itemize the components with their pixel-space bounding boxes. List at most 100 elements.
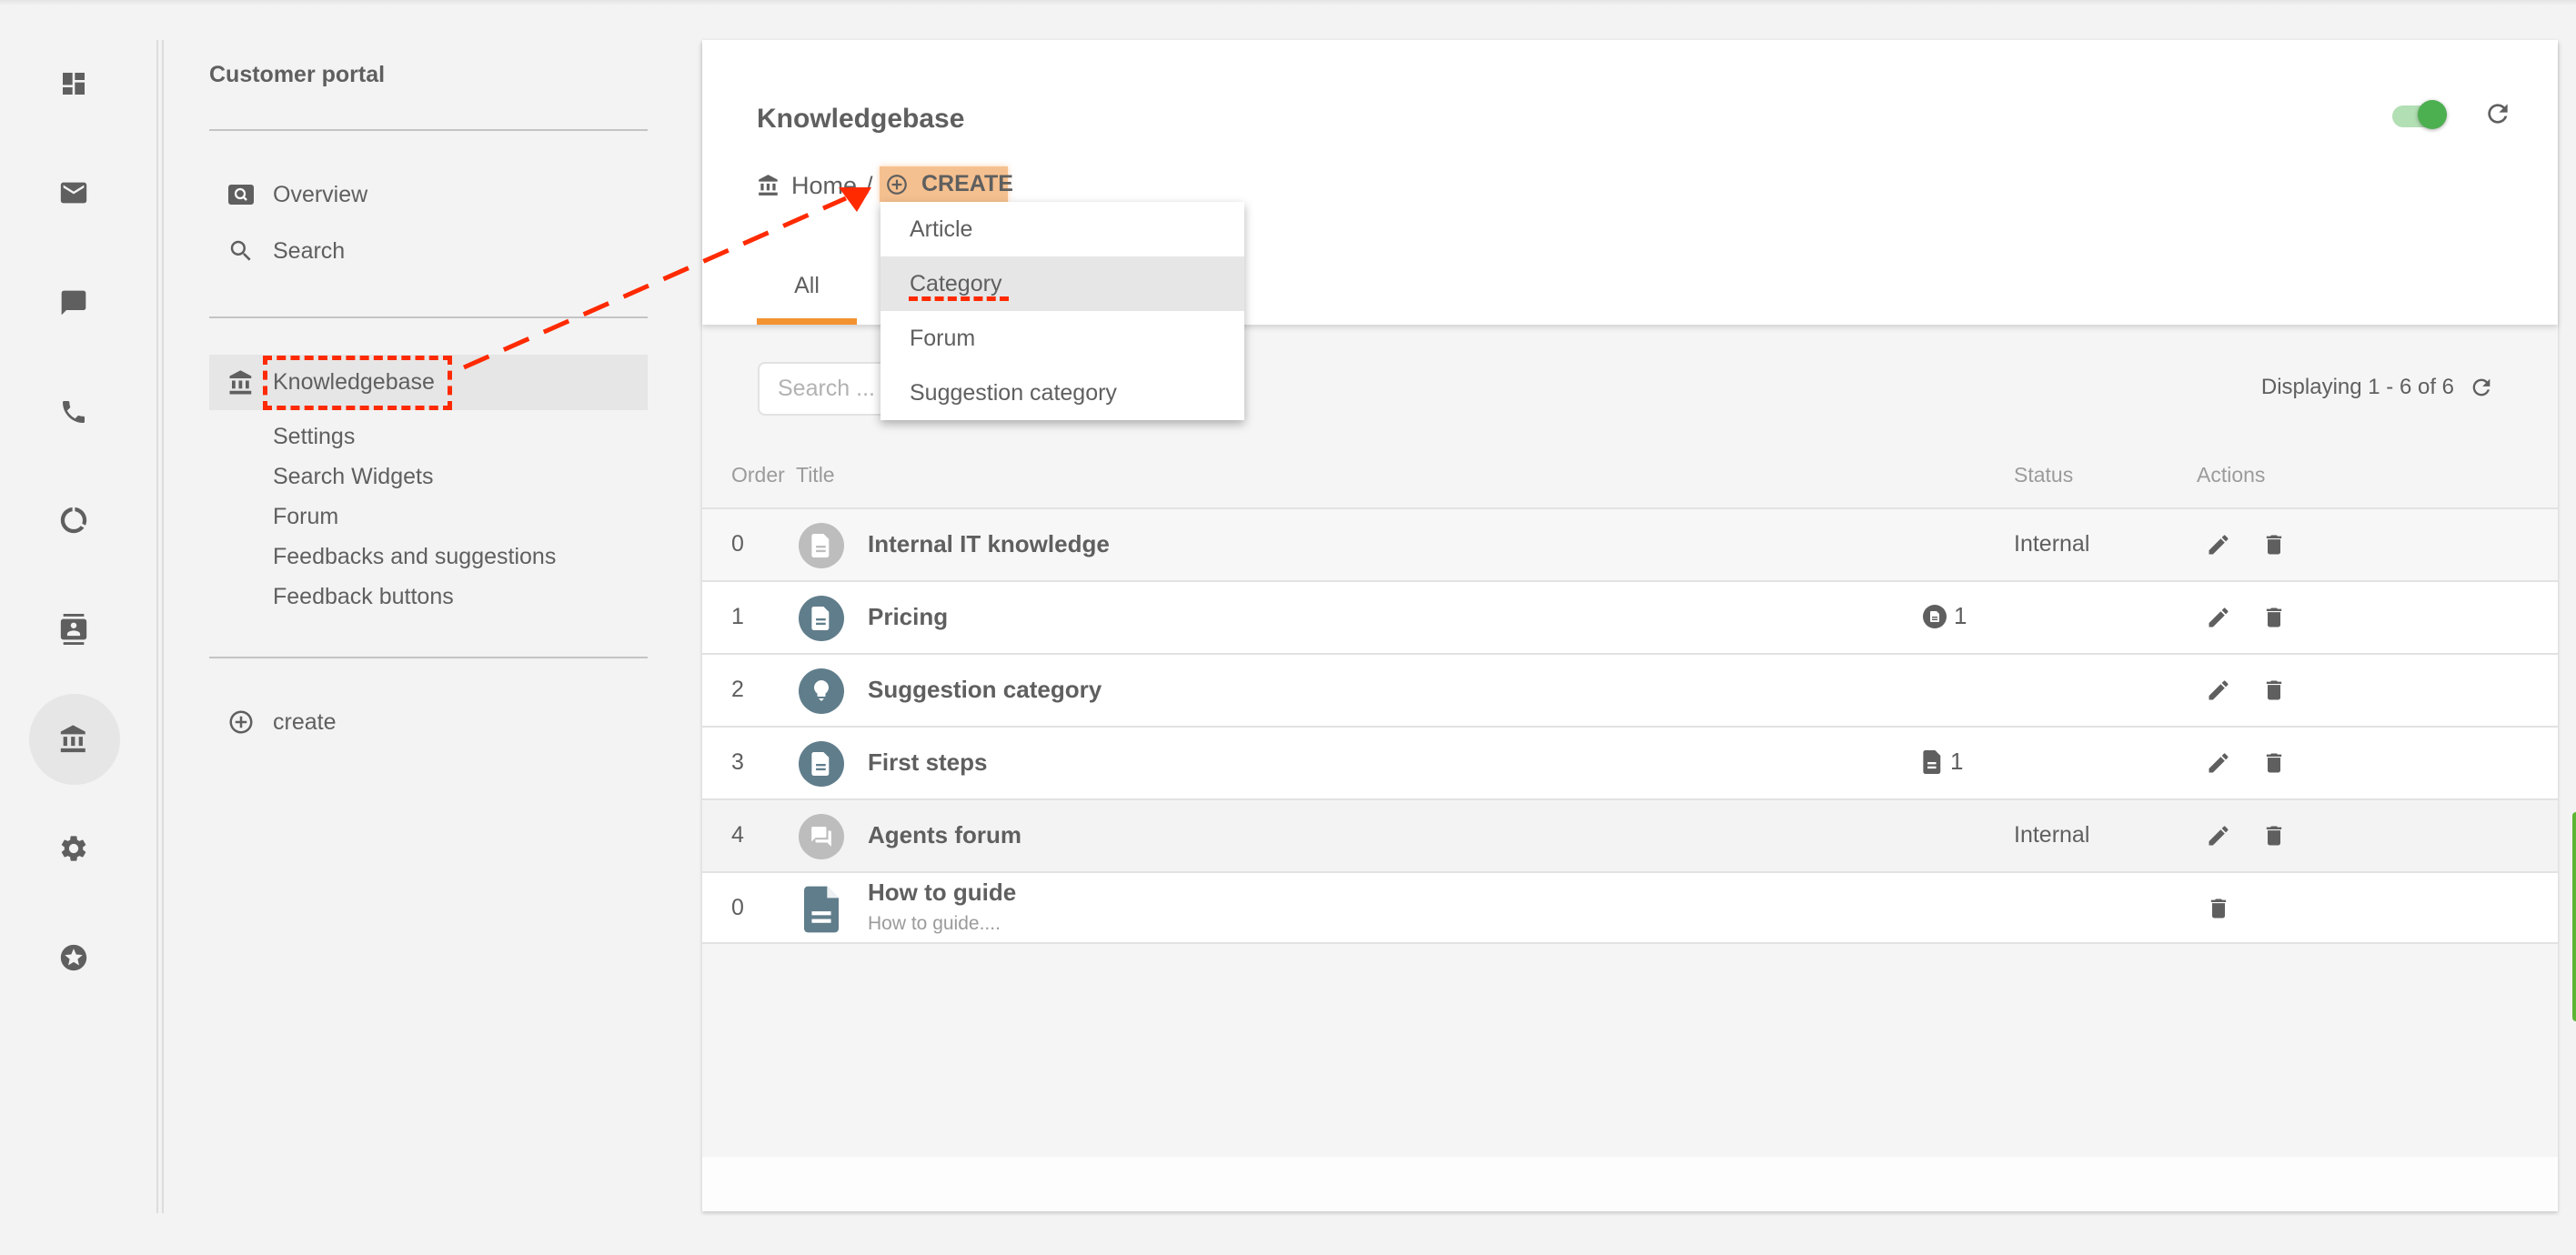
sidebar-title: Customer portal	[209, 62, 386, 87]
sidebar-subitem-settings[interactable]: Settings	[273, 424, 355, 450]
rail-item-email[interactable]	[51, 170, 96, 216]
plus-circle-icon	[209, 708, 273, 736]
rail-item-dashboard[interactable]	[51, 61, 96, 106]
row-title[interactable]: First steps	[868, 748, 988, 777]
page-title: Knowledgebase	[757, 104, 965, 134]
pencil-icon	[2209, 753, 2229, 773]
toggle-knob	[2418, 100, 2447, 129]
bank-icon	[757, 174, 780, 197]
row-status: Internal	[2014, 822, 2090, 848]
row-order: 1	[731, 604, 744, 629]
sidebar-create-button[interactable]: create	[209, 695, 648, 749]
rail-item-phone[interactable]	[51, 389, 96, 435]
table-row[interactable]: 0 How to guide How to guide....	[702, 871, 2558, 944]
sidebar-subitem-feedbacks[interactable]: Feedbacks and suggestions	[273, 544, 556, 570]
column-header-actions: Actions	[2197, 463, 2266, 487]
bank-icon	[60, 725, 86, 753]
sidebar-divider	[209, 129, 648, 131]
menu-item-suggestion-category[interactable]: Suggestion category	[880, 366, 1244, 420]
row-title[interactable]: How to guide	[868, 878, 1016, 907]
row-count-value: 1	[1954, 602, 1967, 629]
delete-button[interactable]	[2259, 529, 2289, 560]
column-header-title[interactable]: Title	[796, 463, 835, 487]
menu-item-article[interactable]: Article	[880, 202, 1244, 256]
article-file-icon	[1923, 749, 1941, 774]
pagination-status: Displaying 1 - 6 of 6	[2261, 375, 2494, 400]
tab-active-indicator	[757, 318, 857, 325]
rail-item-settings[interactable]	[51, 826, 96, 871]
category-icon	[799, 741, 844, 787]
row-order: 0	[731, 895, 744, 920]
sidebar-subitem-forum[interactable]: Forum	[273, 504, 338, 530]
edit-button[interactable]	[2203, 529, 2234, 560]
rail-item-favorites[interactable]	[51, 935, 96, 980]
pencil-icon	[2209, 535, 2229, 555]
pencil-icon	[2209, 826, 2229, 846]
row-title[interactable]: Agents forum	[868, 821, 1021, 849]
header-refresh-button[interactable]	[2483, 99, 2512, 128]
breadcrumb: Home /	[757, 167, 882, 204]
breadcrumb-home[interactable]: Home	[791, 172, 857, 200]
delete-button[interactable]	[2259, 748, 2289, 778]
contact-card-icon	[60, 614, 87, 645]
list-refresh-button[interactable]	[2469, 375, 2494, 400]
row-count: 1	[1923, 748, 1963, 776]
menu-item-category[interactable]: Category	[880, 256, 1244, 311]
plus-circle-icon	[885, 173, 909, 196]
refresh-icon	[2472, 378, 2490, 397]
category-icon	[799, 523, 844, 568]
rail-divider	[156, 40, 158, 1213]
rail-item-reports[interactable]	[51, 497, 96, 543]
create-button-label: CREATE	[921, 171, 1013, 196]
annotation-highlight-box	[263, 356, 452, 410]
table-row[interactable]: 3 First steps 1	[702, 726, 2558, 798]
rail-item-knowledgebase[interactable]	[51, 717, 96, 762]
delete-button[interactable]	[2259, 675, 2289, 706]
row-title[interactable]: Suggestion category	[868, 676, 1102, 704]
table-row[interactable]: 2 Suggestion category	[702, 653, 2558, 726]
table-row[interactable]: 0 Internal IT knowledge Internal	[702, 507, 2558, 580]
sidebar-subitem-search-widgets[interactable]: Search Widgets	[273, 464, 433, 490]
gear-icon	[61, 836, 86, 861]
column-header-order[interactable]: Order	[731, 463, 785, 487]
edit-button[interactable]	[2203, 748, 2234, 778]
sidebar-subitem-feedback-buttons[interactable]: Feedback buttons	[273, 584, 454, 610]
edit-button[interactable]	[2203, 602, 2234, 633]
chat-bubble-icon	[61, 290, 86, 316]
sidebar-item-overview[interactable]: Overview	[209, 167, 648, 222]
table-row[interactable]: 4 Agents forum Internal	[702, 798, 2558, 871]
trash-icon	[2266, 535, 2282, 555]
delete-button[interactable]	[2259, 602, 2289, 633]
menu-item-forum[interactable]: Forum	[880, 311, 1244, 366]
trash-icon	[2210, 899, 2227, 919]
column-header-status[interactable]: Status	[2014, 463, 2073, 487]
refresh-icon	[2488, 104, 2508, 124]
delete-button[interactable]	[2203, 893, 2234, 924]
phone-icon	[63, 401, 85, 423]
category-badge-icon	[1923, 604, 1947, 628]
edit-button[interactable]	[2203, 675, 2234, 706]
edge-widget-tab[interactable]	[2572, 812, 2576, 1021]
row-order: 4	[731, 822, 744, 848]
create-button[interactable]: CREATE	[880, 166, 1013, 202]
sidebar-item-label: Overview	[273, 181, 368, 207]
tab-label: All	[794, 273, 820, 298]
edit-button[interactable]	[2203, 820, 2234, 851]
table-row[interactable]: 1 Pricing 1	[702, 580, 2558, 653]
rail-item-contacts[interactable]	[51, 607, 96, 652]
trash-icon	[2266, 607, 2282, 628]
star-circle-icon	[60, 944, 87, 971]
pencil-icon	[2209, 607, 2229, 628]
row-title[interactable]: Internal IT knowledge	[868, 530, 1110, 558]
tab-all[interactable]: All	[757, 267, 857, 325]
row-order: 0	[731, 531, 744, 557]
trash-icon	[2266, 826, 2282, 846]
row-status: Internal	[2014, 531, 2090, 557]
rail-item-chat[interactable]	[51, 280, 96, 326]
status-toggle[interactable]	[2392, 100, 2449, 129]
sidebar-item-search[interactable]: Search	[209, 224, 648, 278]
delete-button[interactable]	[2259, 820, 2289, 851]
trash-icon	[2266, 680, 2282, 700]
donut-chart-icon	[60, 507, 87, 534]
row-title[interactable]: Pricing	[868, 603, 948, 631]
